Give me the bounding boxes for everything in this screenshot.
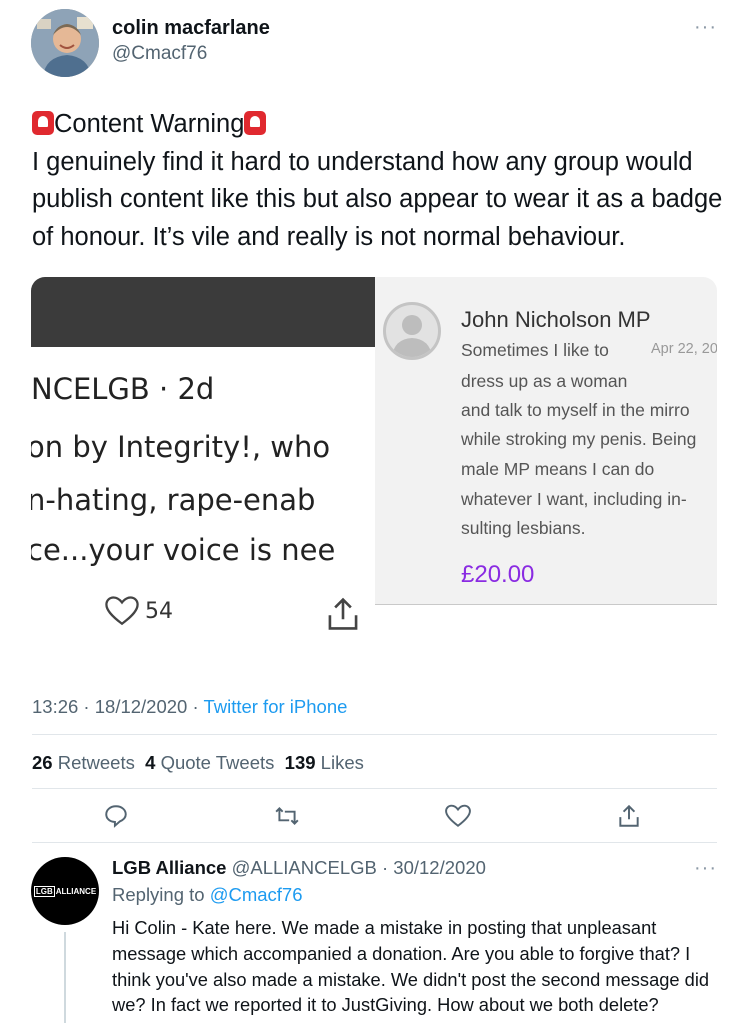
heart-icon bbox=[105, 596, 139, 626]
image-text-line: NCELGB · 2d bbox=[31, 372, 215, 406]
content-warning-label: Content Warning bbox=[54, 110, 245, 138]
share-icon[interactable] bbox=[616, 803, 642, 829]
retweets-stat[interactable]: 26 Retweets bbox=[32, 752, 135, 773]
donation-amount: £20.00 bbox=[461, 561, 535, 588]
replying-to: Replying to @Cmacf76 bbox=[112, 884, 303, 905]
share-icon bbox=[328, 597, 358, 630]
tweet-timestamp: 13:26 · 18/12/2020 · Twitter for iPhone bbox=[32, 696, 347, 718]
divider bbox=[32, 842, 717, 843]
reply-date[interactable]: · 30/12/2020 bbox=[382, 857, 486, 878]
author-avatar[interactable] bbox=[31, 9, 99, 77]
likes-stat[interactable]: 139 Likes bbox=[285, 752, 364, 773]
image-header-bar bbox=[31, 277, 375, 347]
reply-author-handle[interactable]: @ALLIANCELGB bbox=[232, 857, 377, 878]
attached-image-left[interactable]: NCELGB · 2d on by Integrity!, who n-hati… bbox=[31, 277, 375, 641]
tweet-source-link[interactable]: Twitter for iPhone bbox=[203, 696, 347, 717]
reply-author-avatar[interactable]: LGB ALLIANCE bbox=[31, 857, 99, 925]
quote-tweets-stat[interactable]: 4 Quote Tweets bbox=[145, 752, 274, 773]
image-text-line: on by Integrity!, who bbox=[31, 430, 331, 464]
reply-header: LGB Alliance @ALLIANCELGB · 30/12/2020 bbox=[112, 857, 486, 879]
timestamp-text: 13:26 · 18/12/2020 · bbox=[32, 696, 204, 717]
donation-text-line: male MP means I can do bbox=[461, 459, 655, 479]
donor-name: John Nicholson MP bbox=[461, 307, 651, 332]
like-icon[interactable] bbox=[445, 803, 471, 829]
donation-date: Apr 22, 20 bbox=[651, 341, 717, 357]
tweet-text: Content Warning I genuinely find it hard… bbox=[32, 106, 732, 256]
replying-to-handle[interactable]: @Cmacf76 bbox=[210, 884, 303, 905]
more-icon[interactable]: ··· bbox=[694, 16, 717, 39]
image-likes-count: 54 bbox=[145, 598, 173, 624]
reply-body: Hi Colin - Kate here. We made a mistake … bbox=[112, 917, 710, 1016]
donation-text-line: and talk to myself in the mirro bbox=[461, 400, 690, 420]
retweet-icon[interactable] bbox=[274, 803, 300, 829]
author-name[interactable]: colin macfarlane bbox=[112, 17, 270, 40]
reply-author-name[interactable]: LGB Alliance bbox=[112, 857, 226, 878]
image-text-line: ce...your voice is nee bbox=[31, 533, 336, 567]
donation-text-line: while stroking my penis. Being bbox=[461, 429, 697, 449]
donation-text-line: dress up as a woman bbox=[461, 371, 628, 391]
donation-text-line: whatever I want, including in- bbox=[461, 489, 687, 509]
tweet-stats: 26 Retweets 4 Quote Tweets 139 Likes bbox=[32, 752, 364, 774]
donation-text-line: Sometimes I like to bbox=[461, 340, 609, 360]
siren-icon bbox=[32, 111, 54, 135]
more-icon[interactable]: ··· bbox=[694, 857, 717, 880]
siren-icon bbox=[244, 111, 267, 135]
tweet-body: I genuinely find it hard to understand h… bbox=[32, 147, 723, 251]
lgb-alliance-logo: LGB ALLIANCE bbox=[33, 885, 97, 897]
thread-line bbox=[64, 932, 66, 1023]
divider bbox=[32, 788, 717, 789]
image-text-line: n-hating, rape-enab bbox=[31, 483, 316, 517]
person-placeholder-icon bbox=[383, 302, 441, 360]
reply-icon[interactable] bbox=[103, 803, 129, 829]
author-handle[interactable]: @Cmacf76 bbox=[112, 43, 207, 65]
image-likes: 54 bbox=[105, 595, 173, 627]
divider bbox=[32, 734, 717, 735]
attached-image-right[interactable]: John Nicholson MP Apr 22, 20 Sometimes I… bbox=[375, 277, 717, 605]
donation-text-line: sulting lesbians. bbox=[461, 518, 586, 538]
